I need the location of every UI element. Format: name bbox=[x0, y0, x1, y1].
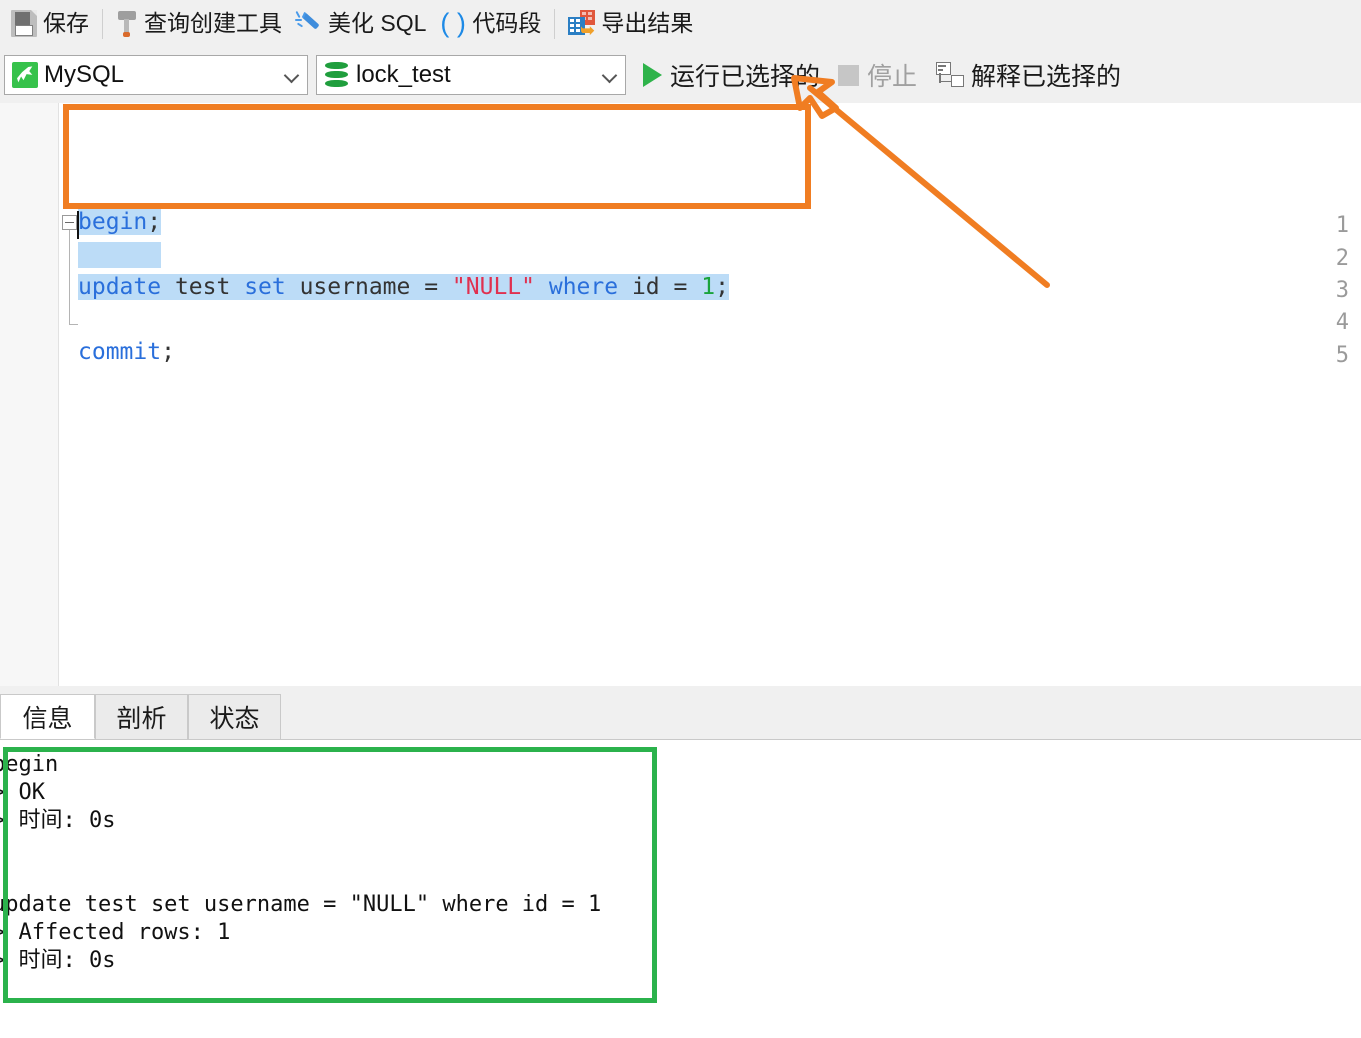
code-fold-toggle[interactable] bbox=[62, 215, 77, 230]
code-token: update bbox=[78, 274, 162, 300]
tab-status[interactable]: 状态 bbox=[188, 694, 281, 739]
database-select[interactable]: lock_test bbox=[316, 55, 626, 95]
code-line: commit; bbox=[78, 341, 175, 364]
tab-label: 状态 bbox=[209, 705, 260, 733]
code-token bbox=[535, 274, 549, 300]
code-snippet-label: 代码段 bbox=[472, 10, 542, 36]
export-result-label: 导出结果 bbox=[601, 10, 694, 36]
magic-wand-icon bbox=[295, 10, 322, 37]
toolbar-divider-1 bbox=[102, 8, 103, 39]
explain-selected-button[interactable]: 解释已选择的 bbox=[926, 53, 1130, 97]
line-number: 5 bbox=[1335, 343, 1349, 368]
query-builder-label: 查询创建工具 bbox=[144, 10, 282, 36]
log-line: > Affected rows: 1 bbox=[0, 920, 231, 945]
tab-label: 信息 bbox=[22, 704, 73, 733]
log-line: > OK bbox=[0, 780, 45, 805]
sql-editor[interactable]: 1 2 3 4 5 begin; update test set usernam… bbox=[0, 103, 1361, 686]
stop-button: 停止 bbox=[829, 53, 926, 97]
hammer-icon bbox=[116, 10, 138, 38]
play-icon bbox=[643, 63, 662, 87]
code-token: 1 bbox=[701, 274, 716, 300]
save-button[interactable]: 保存 bbox=[4, 4, 96, 44]
code-token: ; bbox=[715, 274, 729, 300]
save-button-label: 保存 bbox=[43, 10, 89, 36]
chevron-down-icon[interactable] bbox=[601, 66, 619, 84]
query-builder-button[interactable]: 查询创建工具 bbox=[109, 4, 289, 44]
text-caret bbox=[77, 211, 79, 239]
code-token: username = bbox=[285, 274, 452, 300]
editor-gutter bbox=[0, 103, 59, 686]
code-token: set bbox=[244, 274, 286, 300]
log-line: update test set username = "NULL" where … bbox=[0, 892, 602, 917]
code-snippet-button[interactable]: ( ) 代码段 bbox=[433, 4, 548, 44]
code-token: ; bbox=[147, 209, 162, 235]
results-tabstrip: 信息 剖析 状态 bbox=[0, 694, 1361, 739]
log-line: begin bbox=[0, 752, 59, 777]
mysql-dolphin-icon bbox=[12, 62, 38, 88]
code-token: test bbox=[161, 274, 245, 300]
log-line: > 时间: 0s bbox=[0, 808, 116, 833]
explain-plan-icon bbox=[935, 61, 965, 89]
database-cylinder-icon bbox=[324, 61, 350, 89]
save-icon bbox=[11, 10, 37, 37]
line-number: 1 bbox=[1335, 213, 1349, 238]
code-token: begin bbox=[78, 209, 148, 235]
database-select-value: lock_test bbox=[356, 61, 451, 88]
secondary-toolbar: MySQL lock_test 运行已选择的 停止 解释已选择的 bbox=[0, 47, 1361, 103]
code-line: begin; bbox=[78, 209, 162, 235]
code-token: where bbox=[548, 274, 619, 300]
code-token: id = bbox=[618, 274, 702, 300]
fold-guide-line bbox=[69, 230, 70, 325]
primary-toolbar: 保存 查询创建工具 美化 SQL ( ) 代码段 ➥ 导出结果 bbox=[0, 0, 1361, 47]
line-number: 2 bbox=[1335, 246, 1349, 271]
fold-end-marker bbox=[69, 324, 78, 325]
run-selected-button[interactable]: 运行已选择的 bbox=[634, 53, 829, 97]
connection-select[interactable]: MySQL bbox=[4, 55, 308, 95]
code-token: ; bbox=[161, 339, 175, 365]
line-number: 4 bbox=[1335, 310, 1349, 335]
tab-profile[interactable]: 剖析 bbox=[95, 694, 188, 739]
connection-select-value: MySQL bbox=[44, 61, 125, 88]
bottom-results-panel: 信息 剖析 状态 begin > OK > 时间: 0s update test… bbox=[0, 686, 1361, 1038]
run-selected-label: 运行已选择的 bbox=[670, 63, 821, 91]
toolbar-divider-2 bbox=[554, 8, 556, 39]
chevron-down-icon[interactable] bbox=[283, 66, 301, 84]
code-line: update test set username = "NULL" where … bbox=[78, 274, 729, 300]
beautify-sql-button[interactable]: 美化 SQL bbox=[289, 4, 433, 44]
export-result-button[interactable]: ➥ 导出结果 bbox=[561, 4, 700, 44]
log-line: > 时间: 0s bbox=[0, 948, 116, 973]
parentheses-icon: ( ) bbox=[440, 7, 466, 38]
code-token: commit bbox=[78, 339, 162, 365]
code-line bbox=[78, 242, 162, 268]
stop-square-icon bbox=[838, 64, 860, 86]
tab-information[interactable]: 信息 bbox=[0, 694, 95, 739]
line-number: 3 bbox=[1335, 278, 1349, 303]
code-token: "NULL" bbox=[451, 274, 535, 300]
message-log[interactable]: begin > OK > 时间: 0s update test set user… bbox=[0, 739, 1361, 1038]
beautify-sql-label: 美化 SQL bbox=[328, 10, 427, 36]
selection-highlight bbox=[78, 242, 162, 268]
explain-selected-label: 解释已选择的 bbox=[971, 63, 1122, 91]
stop-label: 停止 bbox=[867, 63, 918, 91]
tab-label: 剖析 bbox=[116, 705, 167, 733]
export-table-icon: ➥ bbox=[568, 10, 596, 39]
